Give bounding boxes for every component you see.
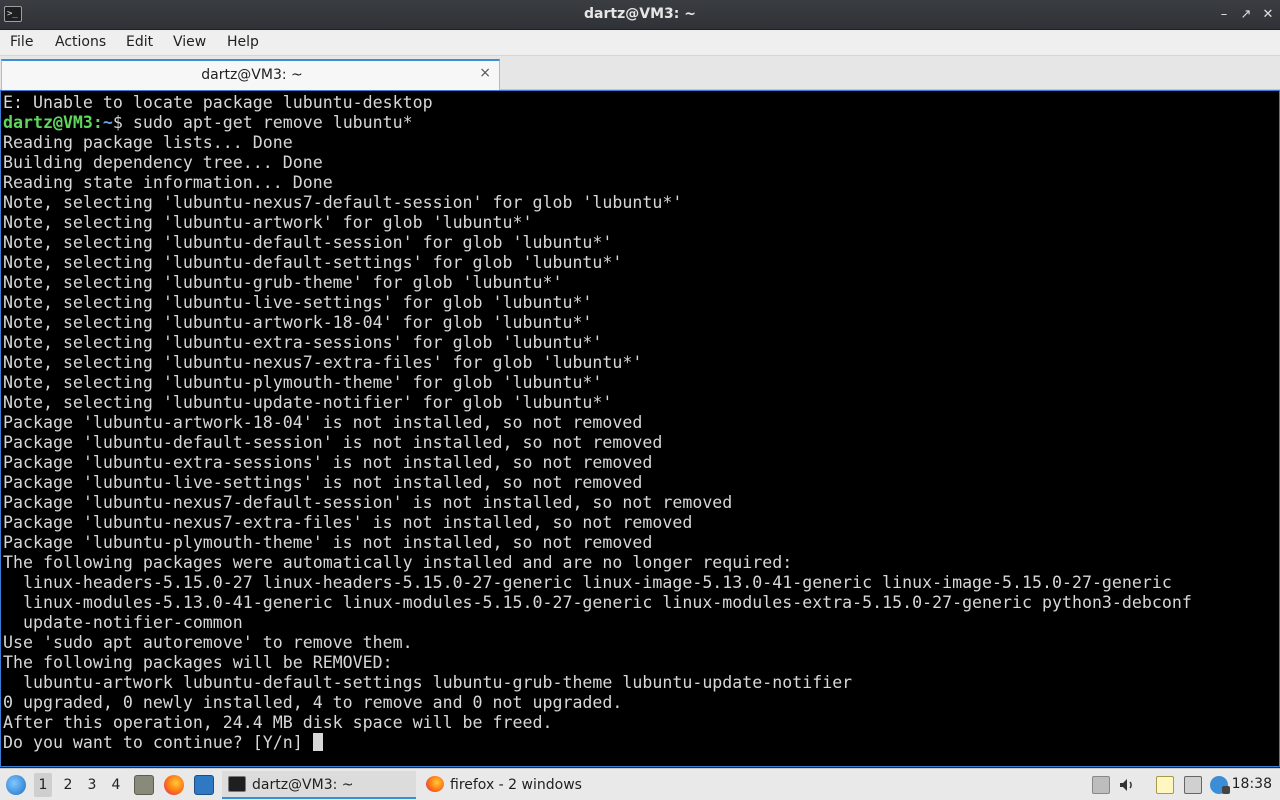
terminal-line: The following packages will be REMOVED: [3, 653, 393, 672]
terminal-line: Building dependency tree... Done [3, 153, 323, 172]
terminal-icon [228, 776, 246, 792]
task-firefox[interactable]: firefox - 2 windows [422, 771, 622, 799]
text-cursor [312, 733, 323, 751]
terminal-line: Package 'lubuntu-default-session' is not… [3, 433, 663, 452]
terminal-line: update-notifier-common [3, 613, 243, 632]
menu-edit[interactable]: Edit [126, 34, 153, 50]
tab-terminal[interactable]: dartz@VM3: ~ × [1, 59, 500, 90]
terminal-line: Note, selecting 'lubuntu-nexus7-default-… [3, 193, 683, 212]
show-desktop-icon[interactable] [194, 775, 214, 795]
tab-close-icon[interactable]: × [479, 65, 491, 81]
terminal-line: Use 'sudo apt autoremove' to remove them… [3, 633, 413, 652]
taskbar: 1 2 3 4 dartz@VM3: ~ firefox - 2 windows… [0, 768, 1280, 800]
terminal-line: Note, selecting 'lubuntu-live-settings' … [3, 293, 593, 312]
window-titlebar[interactable]: >_ dartz@VM3: ~ – ↗ ✕ [0, 0, 1280, 30]
menu-view[interactable]: View [173, 34, 206, 50]
prompt-path: ~ [102, 113, 113, 132]
network-eject-icon[interactable] [1092, 776, 1110, 794]
terminal-line: Package 'lubuntu-nexus7-default-session'… [3, 493, 733, 512]
menu-help[interactable]: Help [227, 34, 259, 50]
terminal-line: Note, selecting 'lubuntu-default-session… [3, 233, 613, 252]
menubar: File Actions Edit View Help [0, 30, 1280, 56]
terminal-line: linux-modules-5.13.0-41-generic linux-mo… [3, 593, 1192, 612]
continue-prompt: Do you want to continue? [Y/n] [3, 733, 313, 752]
tab-bar: dartz@VM3: ~ × [0, 56, 1280, 90]
clock[interactable]: 18:38 [1232, 776, 1272, 792]
volume-icon[interactable] [1118, 776, 1136, 794]
firefox-icon[interactable] [164, 775, 184, 795]
terminal-line: Package 'lubuntu-live-settings' is not i… [3, 473, 643, 492]
removable-media-icon[interactable] [1184, 776, 1202, 794]
tab-label: dartz@VM3: ~ [201, 67, 303, 83]
restore-icon[interactable]: ↗ [1236, 5, 1256, 25]
command-prompt-line: dartz@VM3:~$ sudo apt-get remove lubuntu… [3, 113, 1279, 133]
terminal-line: E: Unable to locate package lubuntu-desk… [3, 93, 433, 112]
menu-file[interactable]: File [10, 34, 33, 50]
clipboard-icon[interactable] [1156, 776, 1174, 794]
terminal-line: Note, selecting 'lubuntu-grub-theme' for… [3, 273, 563, 292]
firefox-icon [426, 776, 444, 792]
terminal-output[interactable]: E: Unable to locate package lubuntu-desk… [0, 90, 1280, 767]
command-text: sudo apt-get remove lubuntu* [122, 113, 413, 132]
terminal-line: After this operation, 24.4 MB disk space… [3, 713, 553, 732]
terminal-line: 0 upgraded, 0 newly installed, 4 to remo… [3, 693, 623, 712]
terminal-line: Reading state information... Done [3, 173, 333, 192]
window-title: dartz@VM3: ~ [584, 6, 696, 22]
terminal-line: Package 'lubuntu-artwork-18-04' is not i… [3, 413, 643, 432]
terminal-line: Note, selecting 'lubuntu-update-notifier… [3, 393, 613, 412]
terminal-line: Note, selecting 'lubuntu-plymouth-theme'… [3, 373, 603, 392]
desktop-3[interactable]: 3 [83, 777, 101, 793]
menu-actions[interactable]: Actions [55, 34, 106, 50]
terminal-line: Package 'lubuntu-plymouth-theme' is not … [3, 533, 653, 552]
close-icon[interactable]: ✕ [1258, 5, 1278, 25]
terminal-line: Reading package lists... Done [3, 133, 293, 152]
terminal-line: linux-headers-5.15.0-27 linux-headers-5.… [3, 573, 1172, 592]
terminal-line: Note, selecting 'lubuntu-artwork' for gl… [3, 213, 533, 232]
desktop-2[interactable]: 2 [59, 777, 77, 793]
terminal-line: Note, selecting 'lubuntu-default-setting… [3, 253, 623, 272]
terminal-line: Note, selecting 'lubuntu-artwork-18-04' … [3, 313, 593, 332]
terminal-line: lubuntu-artwork lubuntu-default-settings… [3, 673, 853, 692]
desktop-4[interactable]: 4 [107, 777, 125, 793]
continue-prompt-line: Do you want to continue? [Y/n] [3, 733, 1279, 753]
terminal-line: Note, selecting 'lubuntu-extra-sessions'… [3, 333, 603, 352]
desktop-1[interactable]: 1 [34, 773, 52, 797]
task-terminal-label: dartz@VM3: ~ [252, 777, 354, 793]
file-manager-icon[interactable] [134, 775, 154, 795]
lubuntu-start-icon[interactable] [6, 775, 26, 795]
terminal-line: Package 'lubuntu-nexus7-extra-files' is … [3, 513, 693, 532]
minimize-icon[interactable]: – [1214, 5, 1234, 25]
terminal-line: Package 'lubuntu-extra-sessions' is not … [3, 453, 653, 472]
task-terminal[interactable]: dartz@VM3: ~ [222, 771, 416, 799]
terminal-line: The following packages were automaticall… [3, 553, 793, 572]
terminal-line: Note, selecting 'lubuntu-nexus7-extra-fi… [3, 353, 643, 372]
display-icon[interactable] [1222, 786, 1230, 794]
task-firefox-label: firefox - 2 windows [450, 777, 582, 793]
prompt-user: dartz@VM3: [3, 113, 103, 132]
prompt-symbol: $ [112, 113, 123, 132]
